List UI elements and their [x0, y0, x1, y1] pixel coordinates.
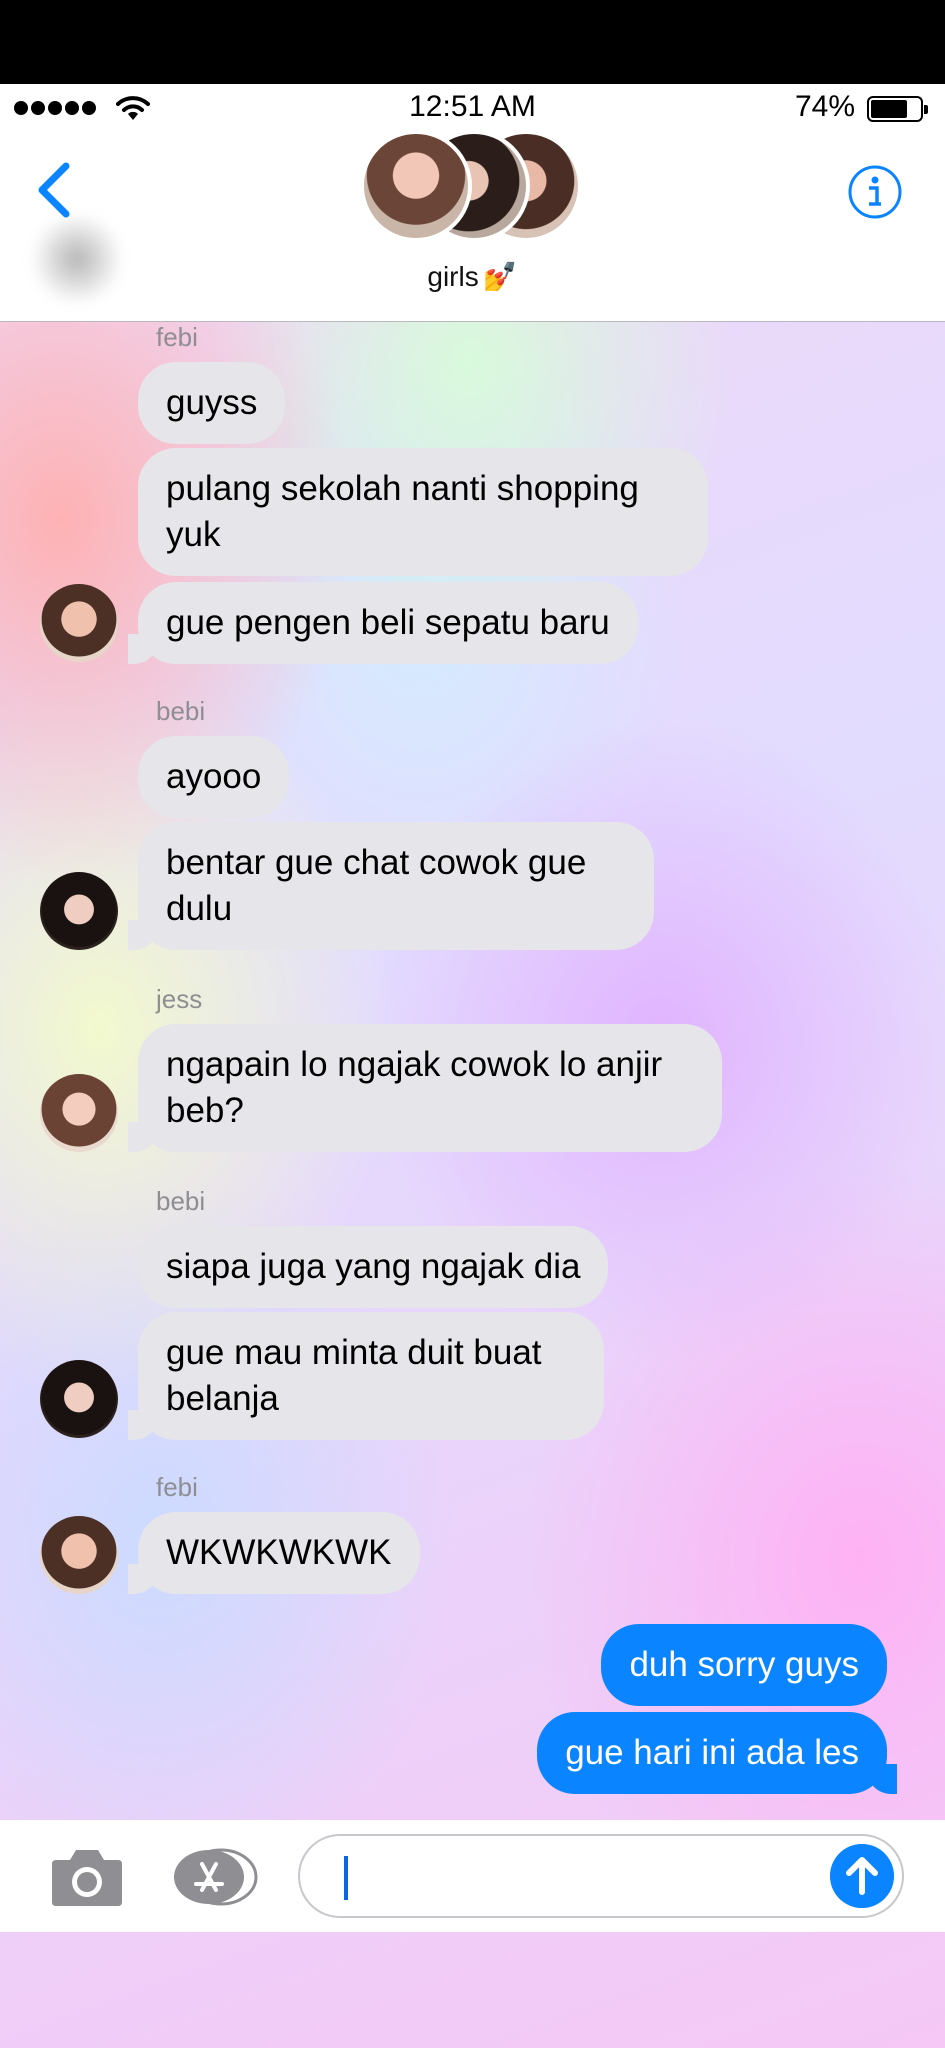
avatar[interactable]: [40, 1516, 118, 1594]
message-bubble[interactable]: WKWKWKWK: [128, 1512, 420, 1594]
avatar[interactable]: [40, 1360, 118, 1438]
battery-icon: [867, 96, 928, 122]
message-bubble[interactable]: ngapain lo ngajak cowok lo anjir beb?: [128, 1024, 722, 1152]
message-bubble[interactable]: guyss: [138, 362, 286, 444]
avatar: [360, 130, 472, 242]
group-avatars[interactable]: [360, 130, 582, 242]
nail-polish-icon: 💅: [482, 261, 518, 292]
message-bubble[interactable]: bentar gue chat cowok gue dulu: [128, 822, 654, 950]
message-bubble[interactable]: ayooo: [138, 736, 290, 818]
back-chevron-icon[interactable]: [32, 160, 76, 220]
sender-name: febi: [156, 322, 198, 352]
message-bubble[interactable]: gue pengen beli sepatu baru: [128, 582, 638, 664]
sender-name: febi: [156, 1472, 198, 1502]
message-input[interactable]: [298, 1834, 904, 1918]
top-black-bar: [0, 0, 945, 84]
battery-percent: 74%: [794, 90, 855, 123]
message-list: febi guyss pulang sekolah nanti shopping…: [0, 322, 945, 1820]
camera-icon[interactable]: [50, 1846, 124, 1908]
send-arrow-icon[interactable]: [830, 1844, 894, 1908]
sender-name: jess: [156, 984, 203, 1014]
my-message-bubble[interactable]: duh sorry guys: [601, 1624, 887, 1706]
message-bubble[interactable]: pulang sekolah nanti shopping yuk: [138, 448, 708, 576]
app-store-icon[interactable]: [172, 1848, 258, 1906]
my-message-bubble[interactable]: gue hari ini ada les: [537, 1712, 897, 1794]
group-name[interactable]: girls 💅: [0, 260, 945, 293]
sender-name: bebi: [156, 696, 206, 726]
status-bar: 12:51 AM 74%: [0, 84, 945, 130]
text-caret: [344, 1856, 348, 1900]
conversation-header: 12:51 AM 74% girls 💅: [0, 84, 945, 322]
avatar[interactable]: [40, 1074, 118, 1152]
message-input-bar: [0, 1820, 945, 1932]
sender-name: bebi: [156, 1186, 206, 1216]
info-icon[interactable]: [847, 164, 903, 220]
group-name-label: girls: [427, 261, 479, 292]
message-bubble[interactable]: siapa juga yang ngajak dia: [138, 1226, 609, 1308]
avatar[interactable]: [40, 872, 118, 950]
message-bubble[interactable]: gue mau minta duit buat belanja: [128, 1312, 604, 1440]
avatar[interactable]: [40, 584, 118, 662]
